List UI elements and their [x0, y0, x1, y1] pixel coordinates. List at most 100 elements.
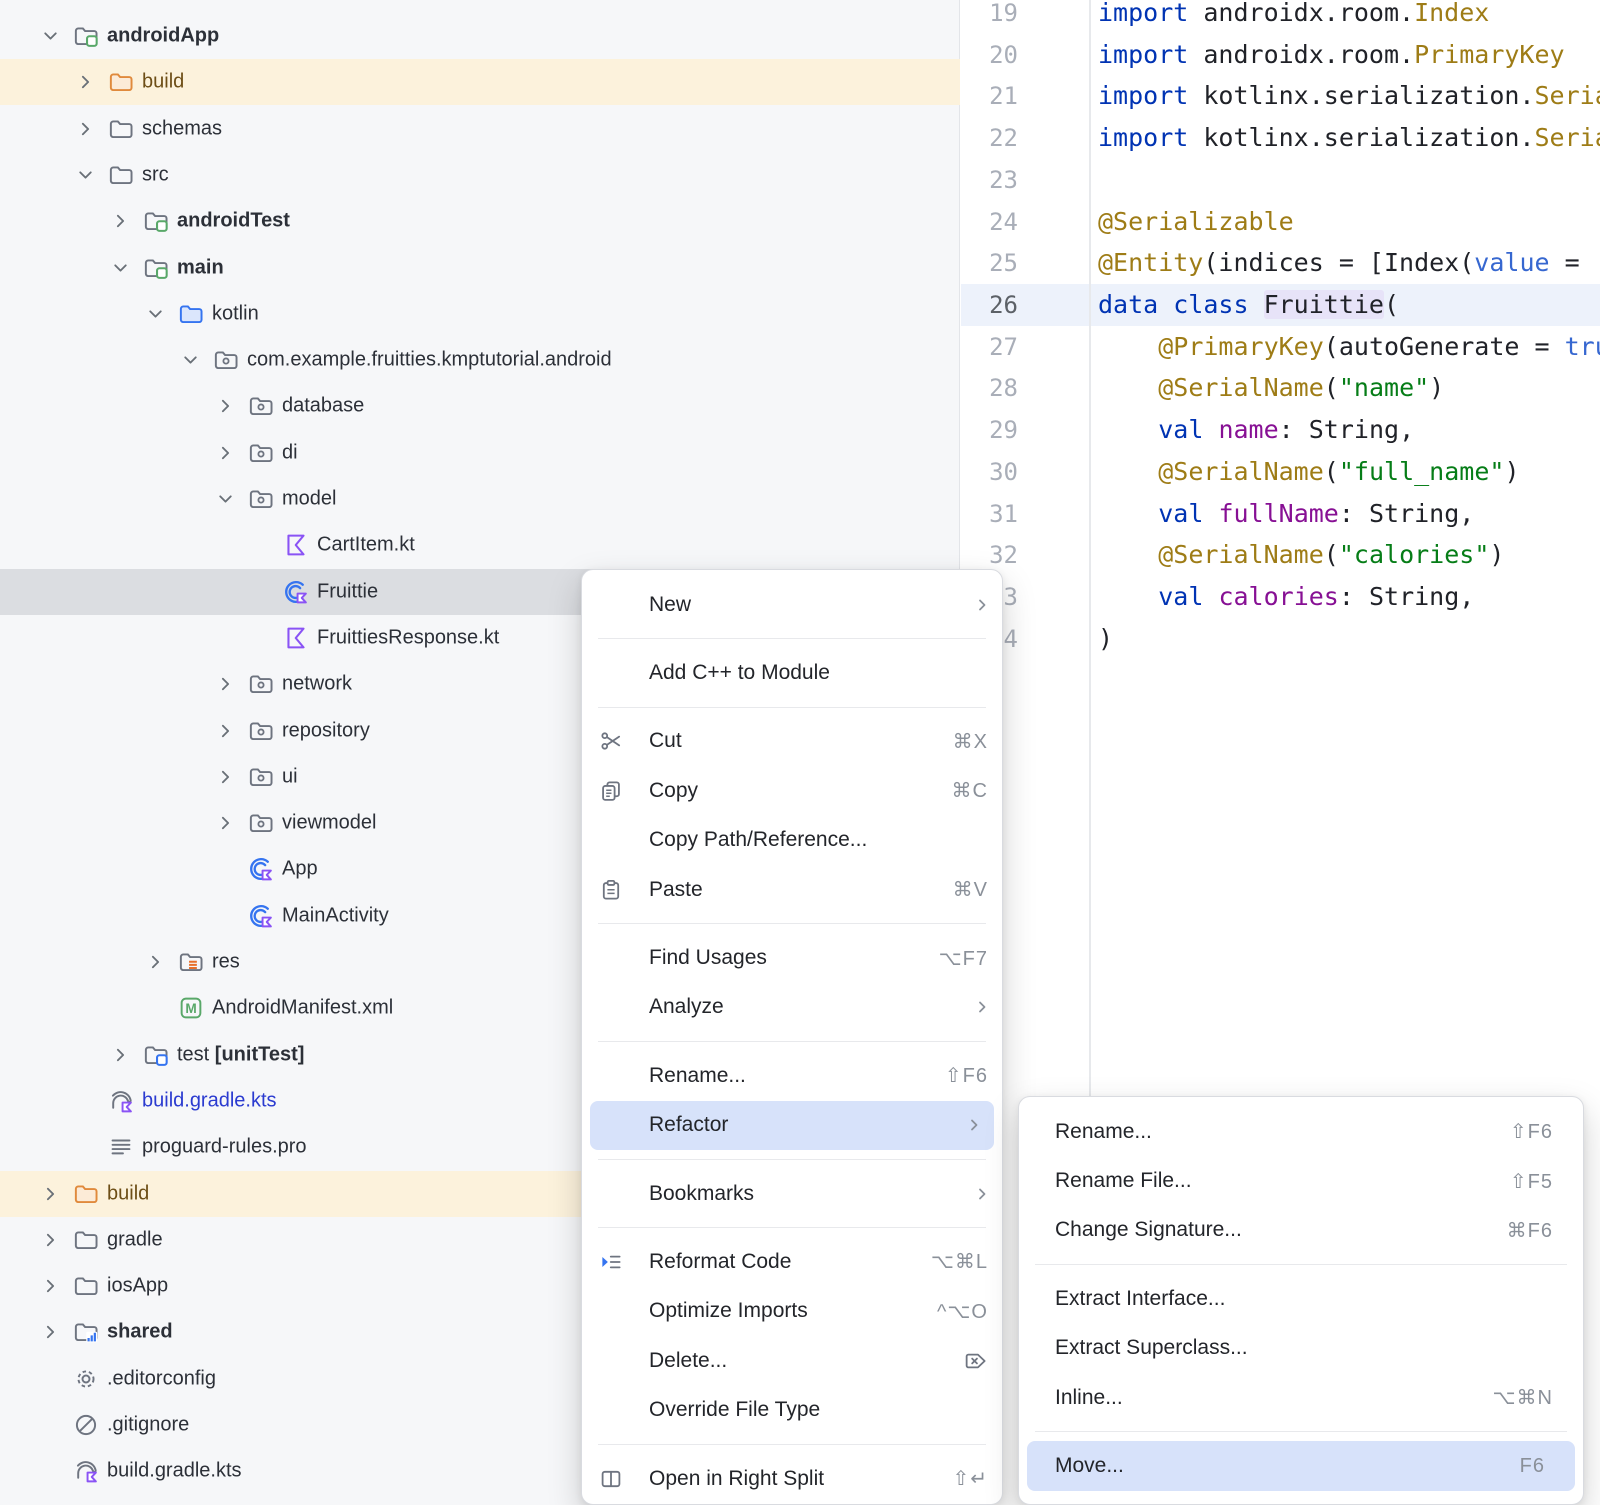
- menu-item-label: Reformat Code: [649, 1250, 791, 1274]
- menu-separator: [598, 1444, 986, 1445]
- context-menu-item-find-usages[interactable]: Find Usages⌥F7: [582, 933, 1002, 982]
- chevron-right-icon[interactable]: [215, 813, 236, 834]
- chevron-down-icon[interactable]: [40, 26, 61, 47]
- tree-item-label: database: [282, 395, 364, 418]
- code-token: [1098, 499, 1158, 528]
- chevron-right-icon[interactable]: [145, 952, 166, 973]
- line-number: 21: [962, 75, 1018, 117]
- chevron-right-icon[interactable]: [75, 118, 96, 139]
- refactor-submenu-item-extract-superclass[interactable]: Extract Superclass...: [1019, 1324, 1583, 1373]
- code-line-30: @SerialName("full_name"): [1098, 451, 1520, 493]
- chevron-down-icon[interactable]: [75, 164, 96, 185]
- code-token: value: [1474, 248, 1549, 277]
- context-menu-item-copy-path-reference[interactable]: Copy Path/Reference...: [582, 816, 1002, 865]
- context-menu-item-delete[interactable]: Delete...: [582, 1336, 1002, 1385]
- code-line-24: @Serializable: [1098, 201, 1294, 243]
- tree-item-database[interactable]: database: [0, 383, 960, 429]
- menu-item-label: Copy: [649, 779, 698, 803]
- context-menu-item-rename[interactable]: Rename...⇧F6: [582, 1051, 1002, 1100]
- context-menu-item-open-in-right-split[interactable]: Open in Right Split⇧↵: [582, 1454, 1002, 1503]
- tree-item-com-example-fruitties-kmptutorial-android[interactable]: com.example.fruitties.kmptutorial.androi…: [0, 337, 960, 383]
- tree-item-model[interactable]: model: [0, 476, 960, 522]
- menu-shortcut: ⌘C: [952, 778, 1002, 803]
- chevron-right-icon[interactable]: [215, 442, 236, 463]
- gradle-icon: [108, 1088, 134, 1114]
- code-line-32: @SerialName("calories"): [1098, 534, 1504, 576]
- build-folder-icon: [108, 69, 134, 95]
- cut-icon: [599, 729, 623, 753]
- code-token: name: [1218, 415, 1278, 444]
- code-token: kotlinx.serialization.: [1203, 81, 1534, 110]
- context-menu-item-copy[interactable]: Copy ⌘C: [582, 766, 1002, 815]
- code-token: data class: [1098, 290, 1264, 319]
- refactor-submenu-item-move[interactable]: Move...F6: [1027, 1441, 1575, 1490]
- tree-item-label: build: [142, 71, 184, 94]
- menu-separator: [598, 1227, 986, 1228]
- refactor-submenu-item-rename-file[interactable]: Rename File...⇧F5: [1019, 1156, 1583, 1205]
- tree-item-main[interactable]: main: [0, 245, 960, 291]
- line-number: 29: [962, 409, 1018, 451]
- menu-item-label: Analyze: [649, 995, 724, 1019]
- code-token: import: [1098, 81, 1203, 110]
- menu-item-label: Find Usages: [649, 946, 767, 970]
- refactor-submenu-item-rename[interactable]: Rename...⇧F6: [1019, 1107, 1583, 1156]
- usage-highlighted-token: Fruittie: [1264, 290, 1384, 319]
- refactor-submenu-item-extract-interface[interactable]: Extract Interface...: [1019, 1274, 1583, 1323]
- line-number: 30: [962, 451, 1018, 493]
- chevron-down-icon[interactable]: [110, 257, 131, 278]
- submenu-arrow-icon: [972, 997, 1002, 1017]
- code-token: @SerialName: [1158, 540, 1324, 569]
- res-folder-icon: [178, 949, 204, 975]
- tree-item-src[interactable]: src: [0, 152, 960, 198]
- chevron-right-icon[interactable]: [40, 1229, 61, 1250]
- chevron-down-icon[interactable]: [145, 303, 166, 324]
- context-menu-item-new[interactable]: New: [582, 580, 1002, 629]
- menu-separator: [598, 707, 986, 708]
- context-menu-item-paste[interactable]: Paste⌘V: [582, 865, 1002, 914]
- chevron-right-icon[interactable]: [110, 1044, 131, 1065]
- menu-separator: [598, 638, 986, 639]
- code-token: (: [1324, 373, 1339, 402]
- tree-item-kotlin[interactable]: kotlin: [0, 291, 960, 337]
- tree-item-build[interactable]: build: [0, 59, 960, 105]
- chevron-right-icon[interactable]: [215, 720, 236, 741]
- chevron-right-icon[interactable]: [215, 766, 236, 787]
- tree-item-label: iosApp: [107, 1275, 168, 1298]
- context-menu-item-cut[interactable]: Cut⌘X: [582, 717, 1002, 766]
- tree-item-di[interactable]: di: [0, 430, 960, 476]
- chevron-right-icon[interactable]: [215, 674, 236, 695]
- code-token: Index: [1414, 0, 1489, 27]
- chevron-right-icon[interactable]: [40, 1276, 61, 1297]
- chevron-right-icon[interactable]: [40, 1183, 61, 1204]
- context-menu-item-refactor[interactable]: Refactor: [590, 1101, 994, 1150]
- chevron-right-icon[interactable]: [110, 211, 131, 232]
- code-token: @SerialName: [1158, 457, 1324, 486]
- chevron-right-icon[interactable]: [40, 1322, 61, 1343]
- chevron-down-icon[interactable]: [180, 350, 201, 371]
- context-menu-item-optimize-imports[interactable]: Optimize Imports^⌥O: [582, 1287, 1002, 1336]
- context-menu-item-override-file-type[interactable]: Override File Type: [582, 1385, 1002, 1434]
- chevron-right-icon[interactable]: [75, 72, 96, 93]
- package-icon: [248, 393, 274, 419]
- tree-item-label: build.gradle.kts: [107, 1460, 242, 1483]
- code-line-29: val name: String,: [1098, 409, 1414, 451]
- tree-item-androidtest[interactable]: androidTest: [0, 198, 960, 244]
- context-menu-item-analyze[interactable]: Analyze: [582, 983, 1002, 1032]
- tree-item-label: ui: [282, 765, 298, 788]
- chevron-right-icon[interactable]: [215, 396, 236, 417]
- code-line-31: val fullName: String,: [1098, 493, 1474, 535]
- context-menu-item-bookmarks[interactable]: Bookmarks: [582, 1169, 1002, 1218]
- chevron-down-icon[interactable]: [215, 489, 236, 510]
- tree-item-label: viewmodel: [282, 812, 376, 835]
- tree-item-androidapp[interactable]: androidApp: [0, 13, 960, 59]
- tree-item-label: build: [107, 1182, 149, 1205]
- context-menu-item-add-c-to-module[interactable]: Add C++ to Module: [582, 648, 1002, 697]
- gear-icon: [73, 1366, 99, 1392]
- tree-item-cartitem-kt[interactable]: CartItem.kt: [0, 522, 960, 568]
- refactor-submenu-item-inline[interactable]: Inline...⌥⌘N: [1019, 1373, 1583, 1422]
- refactor-submenu-item-change-signature[interactable]: Change Signature...⌘F6: [1019, 1206, 1583, 1255]
- code-line-19: import androidx.room.Index: [1098, 0, 1489, 34]
- context-menu-item-reformat-code[interactable]: Reformat Code⌥⌘L: [582, 1237, 1002, 1286]
- code-token: [1098, 415, 1158, 444]
- tree-item-schemas[interactable]: schemas: [0, 106, 960, 152]
